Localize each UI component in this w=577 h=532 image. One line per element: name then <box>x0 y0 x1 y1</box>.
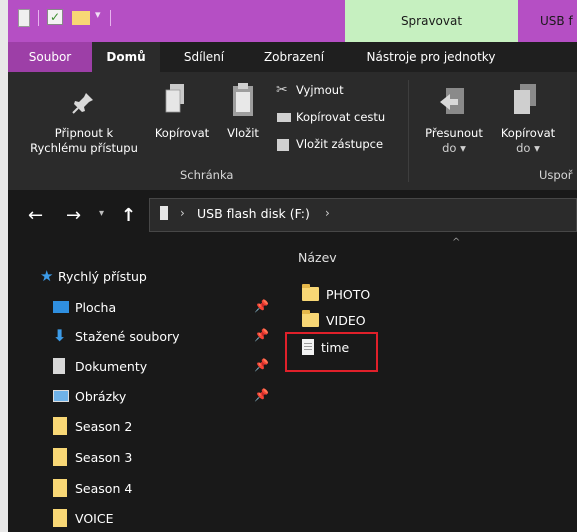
copy-button[interactable]: Kopírovat <box>149 126 215 141</box>
file-name: PHOTO <box>326 286 371 302</box>
window-title: USB f <box>518 0 577 42</box>
pinned-icon[interactable]: 📌 <box>254 388 269 402</box>
nav-item-label: Season 4 <box>75 480 133 496</box>
copy-to-button[interactable]: Kopírovat do ▾ <box>490 126 566 156</box>
breadcrumb-separator-icon[interactable]: › <box>180 206 185 220</box>
pictures-icon <box>53 390 69 402</box>
tab-soubor[interactable]: Soubor <box>8 42 92 72</box>
usb-drive-icon <box>160 206 168 220</box>
quick-access-separator <box>38 10 39 26</box>
nav-quick-access-label: Rychlý přístup <box>58 268 147 284</box>
paste-icon <box>231 82 255 118</box>
forward-arrow-icon[interactable]: → <box>66 205 81 226</box>
background-window-edge <box>0 0 8 532</box>
file-row-photo[interactable]: PHOTO <box>302 282 370 306</box>
nav-item-dokumenty[interactable]: Dokumenty <box>53 353 147 379</box>
move-to-label-line2: do ▾ <box>442 141 466 155</box>
pin-label-line1: Připnout k <box>54 126 114 140</box>
folder-icon <box>53 448 67 466</box>
move-to-label-line1: Přesunout <box>425 126 483 140</box>
nav-item-voice[interactable]: VOICE <box>53 505 113 531</box>
pin-icon <box>70 90 96 116</box>
folder-icon <box>302 284 319 301</box>
group-label-usporadat: Uspoř <box>539 168 573 182</box>
nav-quick-access[interactable]: ★ Rychlý přístup <box>40 263 147 289</box>
paste-button[interactable]: Vložit <box>220 126 266 141</box>
scissors-icon: ✂ <box>276 82 288 98</box>
group-label-schranka: Schránka <box>180 168 234 182</box>
nav-item-label: Dokumenty <box>75 358 148 374</box>
folder-icon <box>53 417 67 435</box>
properties-check-icon[interactable]: ✓ <box>47 9 63 25</box>
nav-item-label: Season 2 <box>75 418 133 434</box>
nav-item-label: VOICE <box>75 510 114 526</box>
star-icon: ★ <box>40 267 54 285</box>
file-name: VIDEO <box>326 312 366 328</box>
nav-item-season-3[interactable]: Season 3 <box>53 444 132 470</box>
breadcrumb-usb-flash-disk[interactable]: USB flash disk (F:) <box>197 206 310 221</box>
nav-item-stazene-soubory[interactable]: ⬇ Stažené soubory <box>53 323 180 349</box>
nav-item-season-4[interactable]: Season 4 <box>53 475 132 501</box>
nav-item-season-2[interactable]: Season 2 <box>53 413 132 439</box>
nav-item-plocha[interactable]: Plocha <box>53 294 116 320</box>
nav-item-label: Obrázky <box>75 388 127 404</box>
desktop-icon <box>53 301 69 313</box>
tab-sdileni[interactable]: Sdílení <box>168 42 240 72</box>
pin-label-line2: Rychlému přístupu <box>30 141 138 155</box>
copy-path-button[interactable]: Kopírovat cestu <box>296 110 385 125</box>
folder-icon <box>302 310 319 327</box>
folder-icon <box>53 479 67 497</box>
copy-to-label-line2: do ▾ <box>516 141 540 155</box>
pinned-icon[interactable]: 📌 <box>254 328 269 342</box>
ribbon-group-separator <box>408 80 409 182</box>
download-arrow-icon: ⬇ <box>53 326 67 345</box>
up-arrow-icon[interactable]: ↑ <box>121 205 136 226</box>
nav-item-obrazky[interactable]: Obrázky <box>53 383 126 409</box>
new-folder-icon[interactable] <box>72 11 90 25</box>
tab-nastroje-pro-jednotky[interactable]: Nástroje pro jednotky <box>352 42 510 72</box>
back-arrow-icon[interactable]: ← <box>28 205 43 226</box>
paste-shortcut-icon <box>277 139 289 151</box>
red-highlight-box <box>285 332 378 372</box>
cut-button[interactable]: Vyjmout <box>296 83 344 98</box>
file-row-video[interactable]: VIDEO <box>302 308 366 332</box>
column-header-nazev[interactable]: Název <box>298 250 337 265</box>
tab-domu[interactable]: Domů <box>92 42 160 72</box>
tab-spravovat[interactable]: Spravovat <box>345 0 518 42</box>
paste-shortcut-button[interactable]: Vložit zástupce <box>296 137 383 152</box>
copy-icon <box>165 82 187 116</box>
sort-ascending-icon: ^ <box>452 237 461 248</box>
copy-path-icon <box>277 113 291 122</box>
copy-to-icon <box>510 82 540 116</box>
quick-access-dropdown-icon[interactable]: ▾ <box>95 8 101 21</box>
drive-icon <box>18 9 30 27</box>
breadcrumb-chevron-icon[interactable]: › <box>325 206 330 220</box>
nav-item-label: Plocha <box>75 299 117 315</box>
move-to-button[interactable]: Přesunout do ▾ <box>416 126 492 156</box>
documents-icon <box>53 358 65 374</box>
nav-item-label: Season 3 <box>75 449 133 465</box>
pin-quick-access-button[interactable]: Připnout k Rychlému přístupu <box>18 126 150 156</box>
tab-zobrazeni[interactable]: Zobrazení <box>250 42 338 72</box>
move-to-icon <box>438 86 468 118</box>
pinned-icon[interactable]: 📌 <box>254 358 269 372</box>
pinned-icon[interactable]: 📌 <box>254 299 269 313</box>
quick-access-separator-2 <box>110 10 111 26</box>
nav-item-label: Stažené soubory <box>75 328 180 344</box>
copy-to-label-line1: Kopírovat <box>500 126 556 140</box>
folder-icon <box>53 509 67 527</box>
recent-locations-chevron-icon[interactable]: ▾ <box>99 208 104 219</box>
